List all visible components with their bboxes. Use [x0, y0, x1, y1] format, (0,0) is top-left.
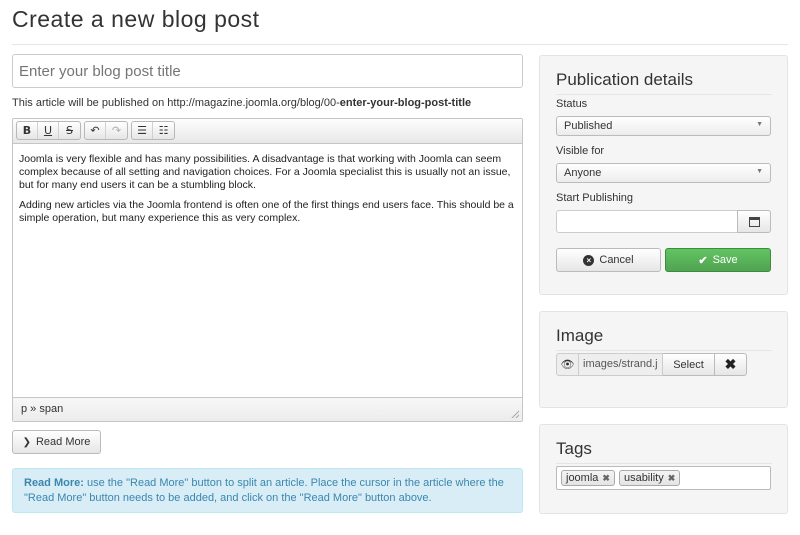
publish-url-line: This article will be published on http:/…: [12, 97, 471, 109]
status-label: Status: [556, 98, 588, 110]
bullet-list-button[interactable]: ☰: [132, 122, 153, 139]
visible-for-select[interactable]: Anyone ▼: [556, 163, 771, 183]
remove-tag-icon[interactable]: ✖: [602, 473, 610, 484]
editor-toolbar: B U S ↶ ↷ ☰ ☷: [13, 119, 522, 144]
tags-title: Tags: [556, 439, 592, 458]
publish-url-slug: enter-your-blog-post-title: [339, 97, 472, 109]
visible-for-label: Visible for: [556, 145, 605, 157]
editor-content-area[interactable]: Joomla is very flexible and has many pos…: [13, 144, 522, 398]
resize-handle-icon[interactable]: [511, 410, 519, 418]
chevron-down-icon: ❯: [22, 436, 31, 448]
panel-divider: [556, 94, 772, 95]
tag-label: joomla: [566, 472, 599, 484]
tag-label: usability: [623, 472, 664, 484]
publish-url-prefix: This article will be published on http:/…: [12, 97, 340, 109]
checkmark-icon: ✔: [698, 254, 708, 267]
read-more-hint-text: use the "Read More" button to split an a…: [24, 477, 504, 504]
tags-panel: Tags joomla ✖ usability ✖: [539, 424, 788, 514]
redo-button[interactable]: ↷: [106, 122, 127, 139]
element-path: p » span: [21, 403, 64, 415]
editor-statusbar: p » span: [13, 397, 522, 421]
tags-input[interactable]: joomla ✖ usability ✖: [556, 466, 771, 490]
tag-chip: joomla ✖: [561, 470, 615, 486]
calendar-button[interactable]: [737, 210, 771, 233]
close-icon[interactable]: ✖: [715, 353, 747, 376]
history-button-group: ↶ ↷: [84, 121, 128, 140]
read-more-label: Read More: [35, 436, 91, 448]
eye-icon[interactable]: 👁: [556, 353, 579, 376]
image-select-button[interactable]: Select: [663, 353, 715, 376]
list-button-group: ☰ ☷: [131, 121, 175, 140]
status-value: Published: [564, 120, 613, 132]
caret-down-icon: ▼: [756, 168, 763, 175]
tag-chip: usability ✖: [618, 470, 681, 486]
editor-paragraph: Adding new articles via the Joomla front…: [19, 199, 514, 224]
image-path-field[interactable]: images/strand.j: [579, 353, 663, 376]
bold-button[interactable]: B: [17, 122, 38, 139]
start-publishing-label: Start Publishing: [556, 192, 634, 204]
read-more-hint: Read More: use the "Read More" button to…: [12, 468, 523, 513]
post-title-input[interactable]: [12, 54, 523, 88]
undo-button[interactable]: ↶: [85, 122, 106, 139]
rich-text-editor: B U S ↶ ↷ ☰ ☷ Joomla is very flexible an…: [12, 118, 523, 422]
publication-title: Publication details: [556, 70, 694, 89]
visible-for-value: Anyone: [564, 167, 602, 179]
strikethrough-button[interactable]: S: [59, 122, 80, 139]
publication-panel: Publication details Status Published ▼ V…: [539, 55, 788, 295]
numbered-list-button[interactable]: ☷: [153, 122, 174, 139]
remove-tag-icon[interactable]: ✖: [668, 473, 676, 484]
cancel-circle-icon: ×: [583, 254, 595, 266]
image-picker: 👁 images/strand.j Select ✖: [556, 353, 747, 376]
image-title: Image: [556, 326, 604, 345]
editor-paragraph: Joomla is very flexible and has many pos…: [19, 153, 511, 191]
calendar-icon: [748, 216, 760, 227]
read-more-hint-title: Read More:: [24, 477, 84, 489]
image-panel: Image 👁 images/strand.j Select ✖: [539, 311, 788, 408]
panel-divider: [556, 463, 772, 464]
cancel-label: Cancel: [599, 254, 634, 266]
underline-button[interactable]: U: [38, 122, 59, 139]
format-button-group: B U S: [16, 121, 81, 140]
start-publishing-input[interactable]: [556, 210, 738, 233]
status-select[interactable]: Published ▼: [556, 116, 771, 136]
page-title: Create a new blog post: [12, 6, 260, 32]
caret-down-icon: ▼: [756, 121, 763, 128]
save-label: Save: [712, 254, 738, 266]
title-divider: [12, 44, 788, 45]
save-button[interactable]: ✔ Save: [665, 248, 771, 272]
read-more-button[interactable]: ❯ Read More: [12, 430, 101, 454]
cancel-button[interactable]: × Cancel: [556, 248, 661, 272]
panel-divider: [556, 350, 772, 351]
